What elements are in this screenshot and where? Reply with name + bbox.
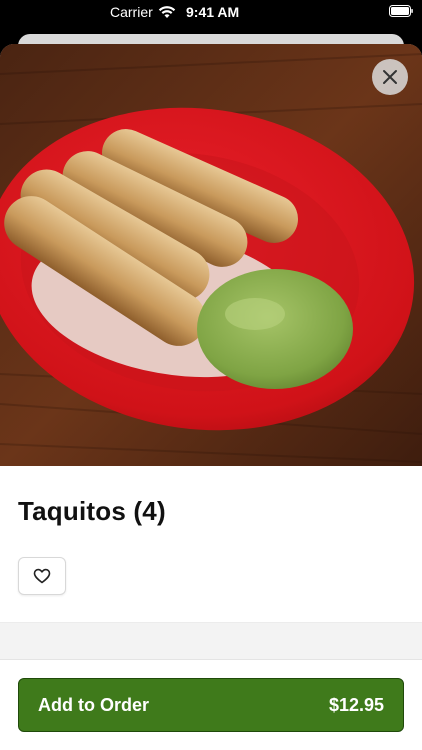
screen: Carrier 9:41 AM Taquitos (4) Add to Orde…	[0, 0, 422, 750]
item-detail-sheet: Taquitos (4) Add to Order $12.95	[0, 44, 422, 750]
status-time: 9:41 AM	[186, 4, 240, 20]
favorite-button[interactable]	[18, 557, 66, 595]
add-to-order-button[interactable]: Add to Order $12.95	[18, 678, 404, 732]
item-photo	[0, 44, 422, 466]
status-bar: Carrier 9:41 AM	[0, 0, 422, 24]
heart-icon	[33, 568, 51, 584]
battery-icon	[389, 5, 413, 17]
add-to-order-label: Add to Order	[38, 695, 149, 715]
carrier-label: Carrier	[110, 4, 153, 20]
item-price: $12.95	[328, 695, 384, 715]
item-title: Taquitos (4)	[18, 496, 166, 526]
section-divider	[0, 622, 422, 660]
close-button[interactable]	[372, 59, 408, 95]
close-icon	[383, 70, 397, 84]
wifi-icon	[158, 6, 176, 18]
taquitos-photo	[0, 44, 422, 466]
